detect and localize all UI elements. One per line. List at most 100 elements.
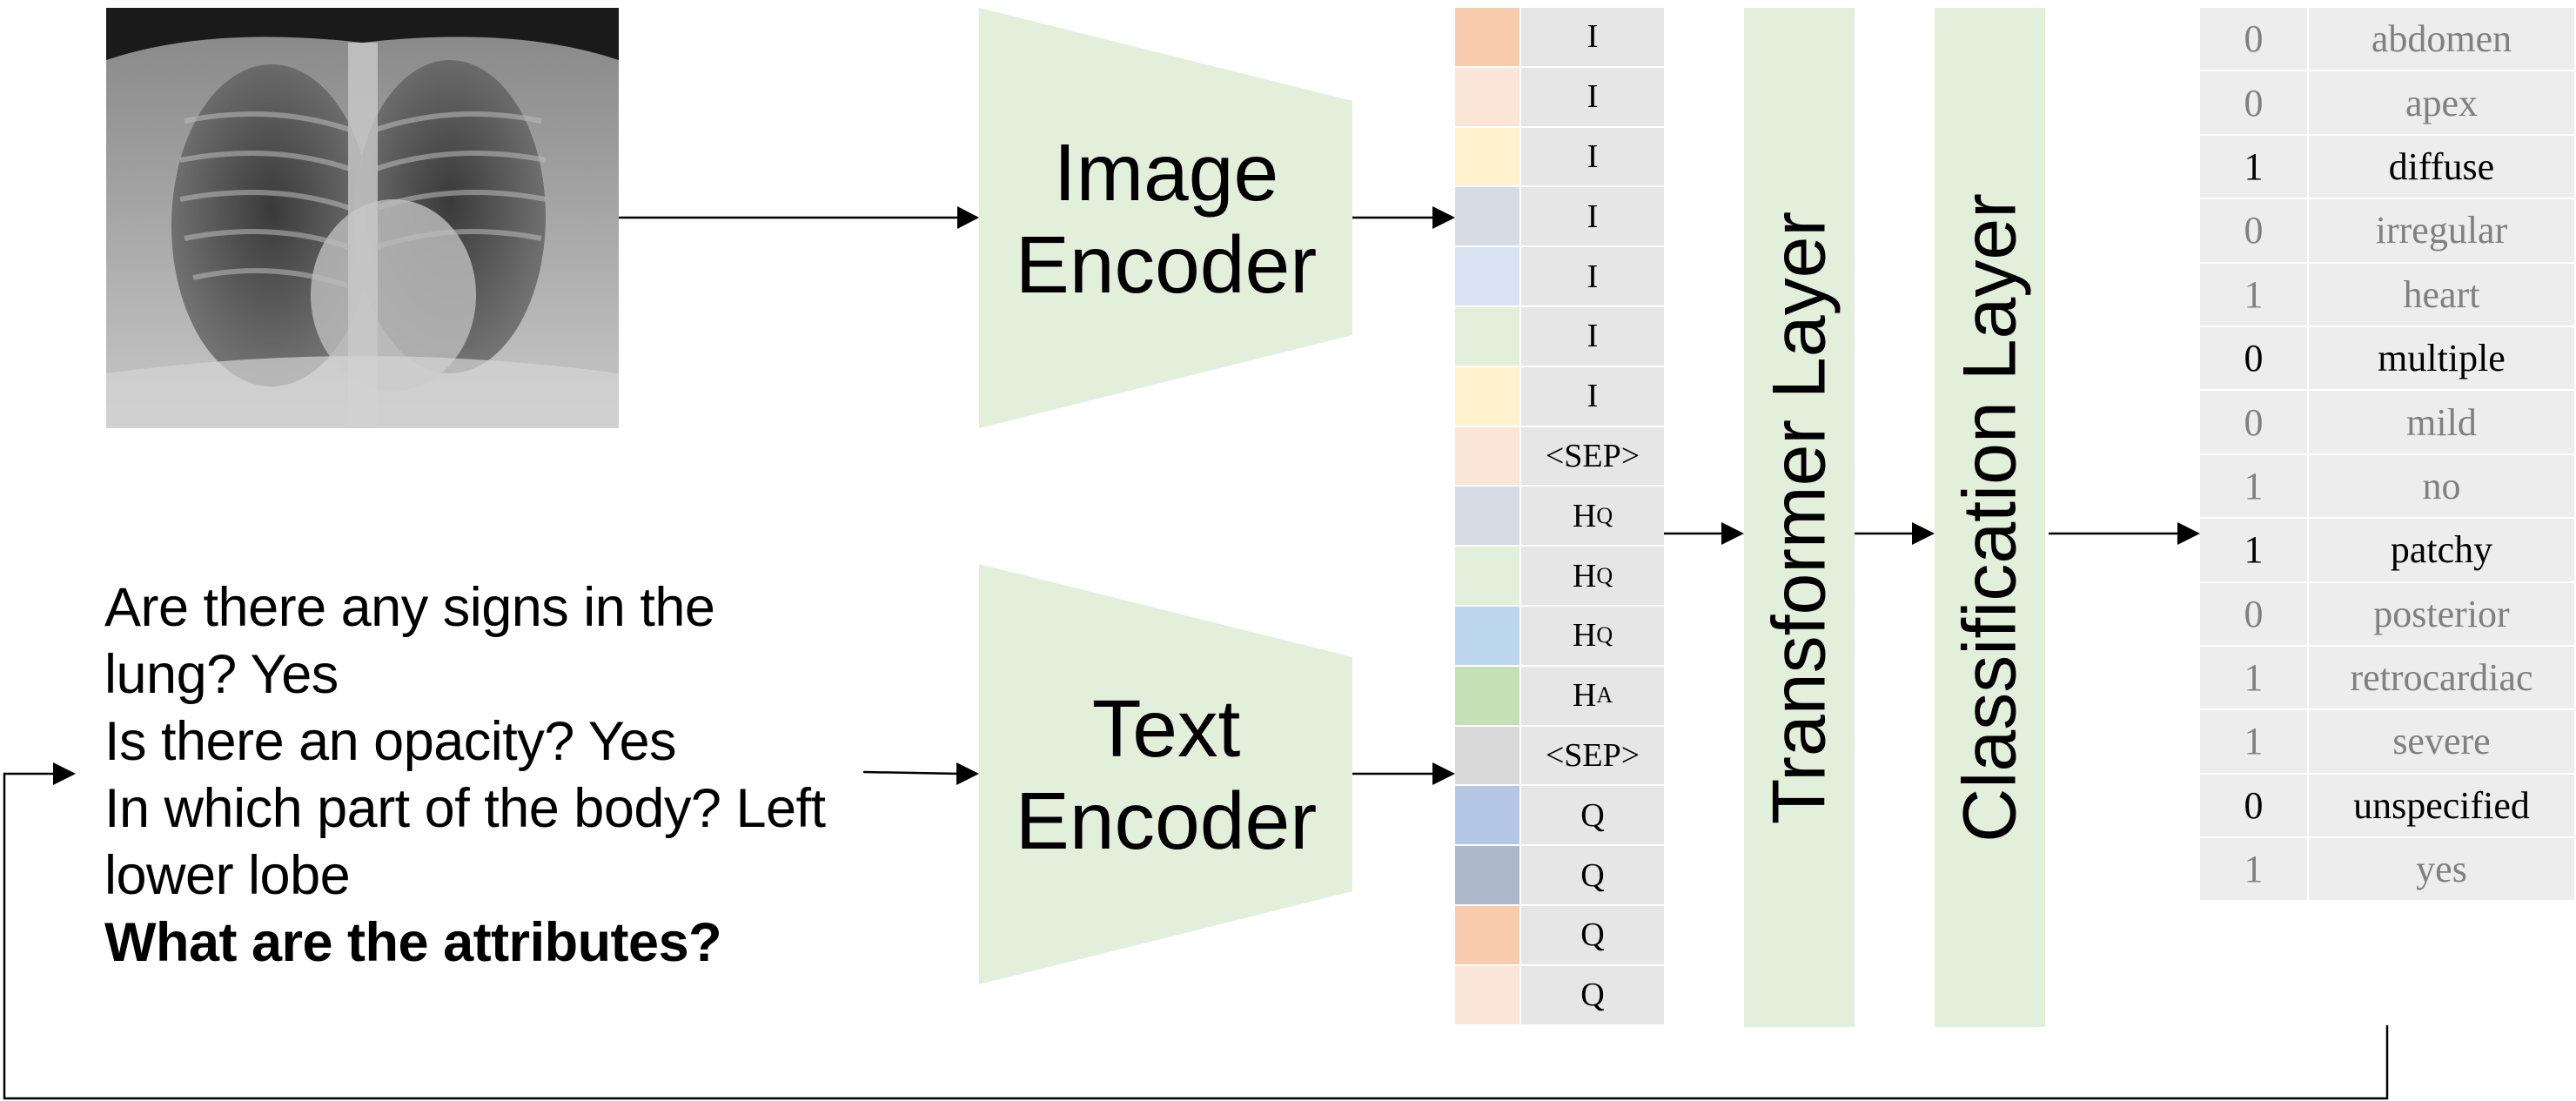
token-text: <SEP> bbox=[1545, 736, 1640, 774]
token-embedding-swatch bbox=[1455, 965, 1521, 1024]
attribute-value: 1 bbox=[2200, 263, 2309, 326]
attribute-name: apex bbox=[2405, 81, 2479, 124]
token-text: I bbox=[1587, 78, 1599, 116]
token-embedding-swatch bbox=[1455, 306, 1521, 366]
attribute-name: irregular bbox=[2375, 209, 2508, 252]
token-embedding-swatch bbox=[1455, 247, 1521, 305]
dialogue-history: Are there any signs in the lung? Yes Is … bbox=[104, 574, 888, 977]
token-embedding-swatch bbox=[1455, 67, 1521, 126]
arrowhead-icon bbox=[956, 762, 979, 785]
token-label: <SEP> bbox=[1521, 726, 1664, 785]
token-label: Q bbox=[1521, 905, 1664, 964]
attribute-name: posterior bbox=[2373, 592, 2510, 635]
token-text: H bbox=[1572, 677, 1597, 715]
attribute-name: patchy bbox=[2390, 528, 2493, 572]
token-embedding-swatch bbox=[1455, 426, 1521, 486]
token-embedding-swatch bbox=[1455, 905, 1521, 964]
token-text: I bbox=[1587, 138, 1599, 175]
token-embedding-swatch bbox=[1455, 726, 1521, 785]
token-embedding-swatch bbox=[1455, 187, 1521, 246]
attribute-value: 1 bbox=[2200, 519, 2309, 581]
token-row: I bbox=[1455, 67, 1664, 128]
attribute-name: unspecified bbox=[2353, 783, 2530, 827]
attribute-output-table: 0 abdomen 0 apex 1 diffuse 0 irregular 1 heart 0 mu… bbox=[2200, 8, 2574, 903]
attribute-name: no bbox=[2422, 464, 2461, 507]
attribute-name: abdomen bbox=[2371, 17, 2512, 61]
token-row: Q bbox=[1455, 786, 1664, 847]
attribute-row: 0 unspecified bbox=[2200, 774, 2574, 839]
token-label: HQ bbox=[1521, 487, 1664, 546]
arrowhead-icon bbox=[53, 762, 76, 785]
token-label: I bbox=[1521, 306, 1664, 366]
token-row: Q bbox=[1455, 846, 1664, 906]
text-encoder-label: Text Encoder bbox=[979, 682, 1353, 867]
attribute-name: multiple bbox=[2378, 337, 2506, 380]
text-encoder-label-line1: Text bbox=[1091, 683, 1241, 774]
token-row: I bbox=[1455, 366, 1664, 427]
attribute-value: 0 bbox=[2200, 391, 2309, 453]
attribute-value: 0 bbox=[2200, 582, 2309, 645]
attribute-value: 0 bbox=[2200, 8, 2309, 70]
token-text: Q bbox=[1580, 856, 1605, 894]
token-embedding-swatch bbox=[1455, 666, 1521, 725]
attribute-row: 0 irregular bbox=[2200, 199, 2574, 264]
token-row: Q bbox=[1455, 965, 1664, 1026]
transformer-layer-label: Transformer Layer bbox=[1757, 211, 1841, 824]
arrowhead-icon bbox=[1432, 762, 1455, 785]
token-embedding-swatch bbox=[1455, 547, 1521, 605]
attribute-row: 0 abdomen bbox=[2200, 8, 2574, 72]
attribute-row: 0 apex bbox=[2200, 71, 2574, 136]
attribute-value: 1 bbox=[2200, 135, 2309, 198]
attribute-name: retrocardiac bbox=[2350, 656, 2533, 700]
token-text: I bbox=[1587, 258, 1599, 295]
token-row: HQ bbox=[1455, 606, 1664, 667]
token-text: <SEP> bbox=[1545, 437, 1640, 474]
dialogue-line: Is there an opacity? Yes bbox=[104, 711, 676, 772]
token-row: I bbox=[1455, 127, 1664, 188]
attribute-value: 0 bbox=[2200, 326, 2309, 390]
image-encoder-label: Image Encoder bbox=[979, 126, 1353, 311]
arrowhead-icon bbox=[1912, 522, 1935, 545]
attribute-value: 1 bbox=[2200, 710, 2309, 773]
attribute-value: 0 bbox=[2200, 71, 2309, 134]
token-row: HQ bbox=[1455, 547, 1664, 607]
token-row: <SEP> bbox=[1455, 426, 1664, 487]
token-text: H bbox=[1572, 557, 1597, 594]
text-encoder-label-line2: Encoder bbox=[1015, 775, 1318, 866]
token-row: Q bbox=[1455, 905, 1664, 966]
token-label: I bbox=[1521, 8, 1664, 66]
classification-layer-block: Classification Layer bbox=[1935, 8, 2045, 1027]
attribute-name: severe bbox=[2392, 720, 2491, 763]
attribute-name: yes bbox=[2416, 848, 2467, 891]
attribute-row: 1 patchy bbox=[2200, 519, 2574, 583]
attribute-name: mild bbox=[2406, 400, 2477, 444]
dialogue-line: lower lobe bbox=[104, 845, 351, 906]
attribute-row: 1 diffuse bbox=[2200, 135, 2574, 200]
token-text: I bbox=[1587, 318, 1599, 355]
token-row: HA bbox=[1455, 666, 1664, 727]
token-embedding-swatch bbox=[1455, 8, 1521, 66]
diagram-canvas: Are there any signs in the lung? Yes Is … bbox=[0, 0, 2576, 1101]
arrowhead-icon bbox=[1432, 206, 1455, 229]
attribute-row: 0 posterior bbox=[2200, 582, 2574, 647]
token-row: I bbox=[1455, 187, 1664, 248]
attribute-row: 1 yes bbox=[2200, 838, 2574, 903]
chest-xray-image bbox=[106, 8, 619, 428]
token-row: I bbox=[1455, 247, 1664, 307]
token-text: Q bbox=[1580, 916, 1605, 954]
token-embedding-swatch bbox=[1455, 846, 1521, 904]
attribute-name: heart bbox=[2403, 272, 2480, 316]
token-label: HQ bbox=[1521, 547, 1664, 605]
attribute-row: 1 no bbox=[2200, 454, 2574, 520]
token-row: I bbox=[1455, 8, 1664, 68]
dialogue-line: Are there any signs in the bbox=[104, 577, 715, 638]
attribute-value: 1 bbox=[2200, 838, 2309, 901]
token-label: I bbox=[1521, 247, 1664, 305]
attribute-row: 1 heart bbox=[2200, 263, 2574, 327]
token-label: Q bbox=[1521, 965, 1664, 1024]
image-encoder-label-line1: Image bbox=[1053, 127, 1279, 218]
token-text: Q bbox=[1580, 977, 1605, 1014]
token-label: I bbox=[1521, 366, 1664, 426]
token-label: I bbox=[1521, 187, 1664, 246]
attribute-row: 0 mild bbox=[2200, 391, 2574, 455]
